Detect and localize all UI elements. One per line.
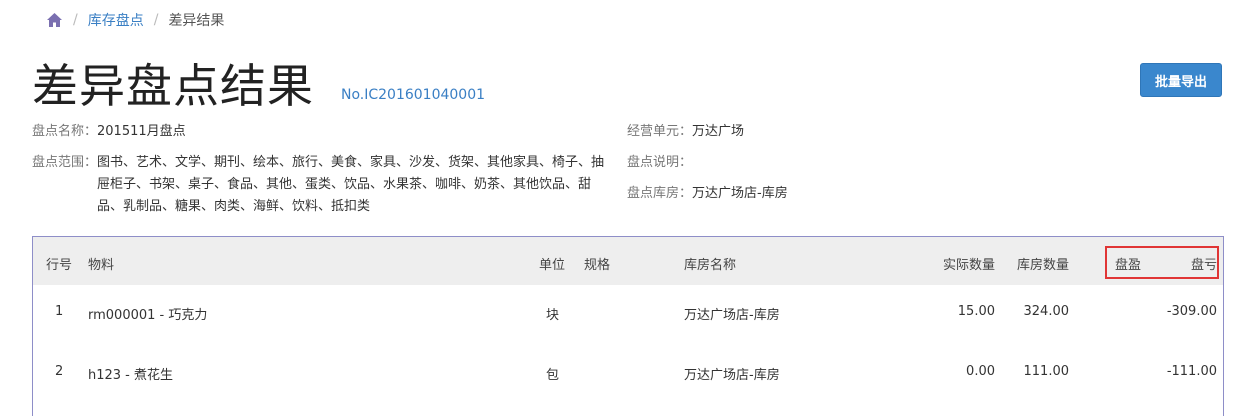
count-description-field: 盘点说明： [627, 152, 692, 174]
count-range-field: 盘点范围： 图书、艺术、文学、期刊、绘本、旅行、美食、家具、沙发、货架、其他家具… [32, 152, 612, 218]
table-row[interactable]: 1 rm000001 - 巧克力 块 万达广场店-库房 15.00 324.00… [33, 285, 1223, 345]
breadcrumb: / 库存盘点 / 差异结果 [46, 9, 224, 31]
count-name-label: 盘点名称： [32, 124, 98, 139]
cell-row-no: 2 [55, 364, 64, 379]
business-unit-field: 经营单元：万达广场 [627, 121, 744, 143]
surplus-loss-highlight [1105, 246, 1219, 279]
batch-export-button[interactable]: 批量导出 [1140, 63, 1222, 97]
breadcrumb-separator: / [73, 12, 78, 28]
header-actual-qty: 实际数量 [942, 258, 995, 273]
cell-warehouse: 万达广场店-库房 [684, 308, 780, 323]
header-unit: 单位 [539, 258, 566, 273]
count-warehouse-label: 盘点库房： [627, 186, 693, 201]
cell-warehouse: 万达广场店-库房 [684, 368, 780, 383]
table-row[interactable]: 2 h123 - 煮花生 包 万达广场店-库房 0.00 111.00 -111… [33, 345, 1223, 405]
breadcrumb-separator: / [153, 12, 159, 28]
count-name-field: 盘点名称：201511月盘点 [32, 121, 186, 143]
cell-stock-qty: 324.00 [1023, 304, 1070, 319]
cell-loss: -309.00 [1166, 304, 1217, 319]
count-warehouse-field: 盘点库房：万达广场店-库房 [627, 183, 788, 205]
cell-stock-qty: 111.00 [1023, 364, 1070, 379]
count-range-value: 图书、艺术、文学、期刊、绘本、旅行、美食、家具、沙发、货架、其他家具、椅子、抽屉… [97, 155, 605, 214]
header-material: 物料 [88, 258, 115, 273]
cell-loss: -111.00 [1166, 364, 1217, 379]
cell-material: h123 - 煮花生 [88, 368, 174, 383]
business-unit-value: 万达广场 [692, 124, 745, 139]
difference-table: 行号 物料 单位 规格 库房名称 实际数量 库房数量 盘盈 盘亏 1 rm000… [32, 236, 1224, 416]
cell-actual-qty: 0.00 [966, 364, 995, 379]
home-icon[interactable] [46, 12, 63, 28]
breadcrumb-link-inventory[interactable]: 库存盘点 [88, 10, 144, 30]
breadcrumb-current: 差异结果 [168, 13, 225, 29]
header-spec: 规格 [584, 258, 611, 273]
count-description-label: 盘点说明： [627, 155, 693, 170]
cell-actual-qty: 15.00 [957, 304, 995, 319]
header-row-no: 行号 [46, 258, 73, 273]
cell-unit: 包 [546, 368, 560, 383]
count-warehouse-value: 万达广场店-库房 [692, 186, 788, 201]
cell-row-no: 1 [55, 304, 64, 319]
cell-unit: 块 [546, 308, 560, 323]
table-header: 行号 物料 单位 规格 库房名称 实际数量 库房数量 盘盈 盘亏 [33, 237, 1223, 285]
cell-material: rm000001 - 巧克力 [88, 308, 208, 323]
header-stock-qty: 库房数量 [1016, 258, 1069, 273]
page-title: 差异盘点结果 [32, 59, 314, 113]
count-name-value: 201511月盘点 [97, 124, 186, 139]
header-warehouse: 库房名称 [684, 258, 737, 273]
count-range-label: 盘点范围： [32, 155, 98, 170]
business-unit-label: 经营单元： [627, 124, 693, 139]
document-number: No.IC201601040001 [341, 87, 486, 103]
